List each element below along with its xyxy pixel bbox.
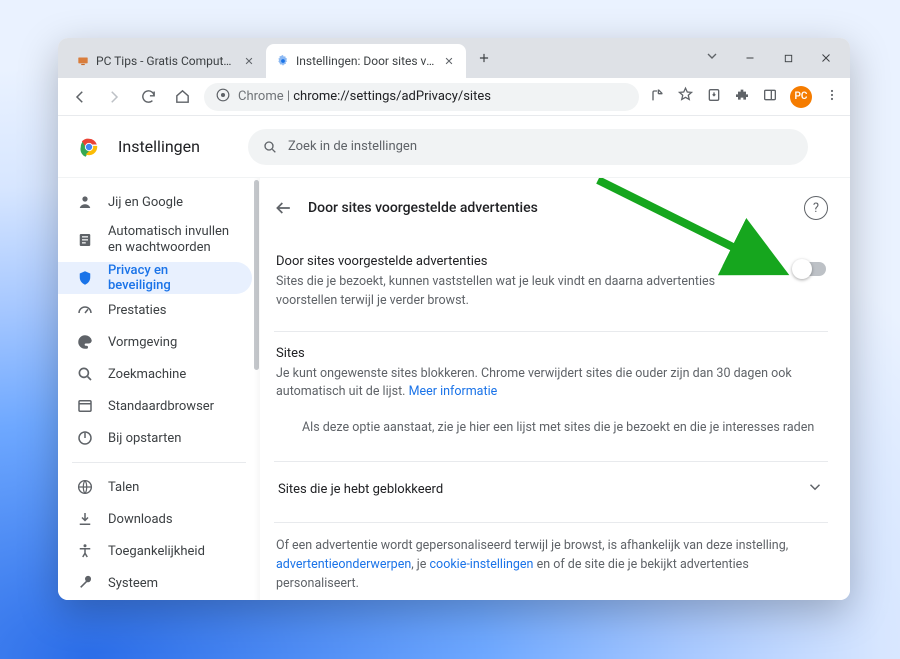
close-window-button[interactable] [808, 43, 844, 73]
pctips-favicon-icon [76, 54, 90, 68]
sidebar-item-label: Jij en Google [108, 195, 183, 210]
sidebar-item-label: Automatisch invullen en wachtwoorden [108, 224, 234, 257]
chevron-down-icon [806, 478, 824, 500]
sidebar-item-autofill[interactable]: Automatisch invullen en wachtwoorden [58, 218, 252, 262]
sidebar-item-label: Bij opstarten [108, 431, 181, 446]
sidebar-item-you-and-google[interactable]: Jij en Google [58, 186, 252, 218]
settings-header: Instellingen Zoek in de instellingen [58, 116, 850, 178]
sidebar-item-reset[interactable]: Instellingen resetten [58, 599, 252, 600]
site-suggested-ads-toggle[interactable] [794, 262, 826, 276]
gear-icon [276, 54, 290, 68]
sidebar-item-appearance[interactable]: Vormgeving [58, 326, 252, 358]
tab-pctips[interactable]: PC Tips - Gratis Computer Tips, [66, 44, 266, 78]
person-icon [76, 193, 94, 211]
sidebar-item-label: Systeem [108, 576, 158, 591]
settings-sidebar[interactable]: Jij en Google Automatisch invullen en wa… [58, 178, 260, 600]
sidebar-item-label: Privacy en beveiliging [108, 263, 234, 293]
chrome-window: PC Tips - Gratis Computer Tips, Instelli… [58, 38, 850, 600]
search-placeholder: Zoek in de instellingen [288, 139, 417, 154]
install-icon[interactable] [706, 87, 722, 107]
forward-button[interactable] [102, 85, 126, 109]
home-button[interactable] [170, 85, 194, 109]
shield-icon [76, 269, 94, 287]
cookie-settings-link[interactable]: cookie-instellingen [430, 557, 534, 572]
url-text: Chrome | chrome://settings/adPrivacy/sit… [238, 89, 491, 104]
back-button[interactable] [68, 85, 92, 109]
sidebar-item-performance[interactable]: Prestaties [58, 294, 252, 326]
speedometer-icon [76, 301, 94, 319]
sidebar-divider [72, 462, 246, 463]
help-button[interactable]: ? [804, 196, 828, 220]
sidebar-item-label: Vormgeving [108, 335, 177, 350]
sidebar-item-label: Prestaties [108, 303, 166, 318]
page-title: Door sites voorgestelde advertenties [308, 200, 790, 216]
palette-icon [76, 333, 94, 351]
empty-list-note: Als deze optie aanstaat, zie je hier een… [276, 402, 826, 441]
bookmark-icon[interactable] [677, 86, 694, 107]
sidebar-item-label: Standaardbrowser [108, 399, 214, 414]
download-icon [76, 510, 94, 528]
ad-topics-link[interactable]: advertentieonderwerpen [276, 557, 411, 572]
sidebar-item-default-browser[interactable]: Standaardbrowser [58, 390, 252, 422]
wrench-icon [76, 574, 94, 592]
sidebar-item-accessibility[interactable]: Toegankelijkheid [58, 535, 252, 567]
avatar[interactable]: PC [790, 86, 812, 108]
tab-settings[interactable]: Instellingen: Door sites voorgest [266, 44, 466, 78]
sidebar-item-downloads[interactable]: Downloads [58, 503, 252, 535]
settings-title: Instellingen [118, 137, 200, 156]
maximize-button[interactable] [770, 43, 806, 73]
sidebar-item-label: Downloads [108, 512, 173, 527]
section-heading: Sites [276, 346, 826, 361]
toggle-knob [792, 259, 812, 279]
minimize-button[interactable] [732, 43, 768, 73]
chrome-logo-icon [78, 136, 100, 158]
tab-title: Instellingen: Door sites voorgest [296, 54, 436, 68]
scrollbar-thumb[interactable] [254, 180, 259, 370]
reload-button[interactable] [136, 85, 160, 109]
sidepanel-icon[interactable] [762, 87, 778, 107]
section-description: Sites die je bezoekt, kunnen vaststellen… [276, 273, 778, 311]
more-info-link[interactable]: Meer informatie [409, 384, 498, 399]
search-icon [76, 365, 94, 383]
globe-icon [76, 478, 94, 496]
extensions-icon[interactable] [734, 87, 750, 107]
tab-strip: PC Tips - Gratis Computer Tips, Instelli… [58, 38, 850, 78]
form-icon [76, 231, 94, 249]
power-icon [76, 429, 94, 447]
menu-icon[interactable] [824, 87, 840, 107]
sidebar-item-label: Talen [108, 480, 139, 495]
disclosure-label: Sites die je hebt geblokkeerd [278, 482, 443, 497]
settings-content: Instellingen Zoek in de instellingen Jij… [58, 116, 850, 600]
footer-text: Of een advertentie wordt gepersonaliseer… [276, 537, 826, 593]
sidebar-item-languages[interactable]: Talen [58, 471, 252, 503]
sidebar-item-label: Zoekmachine [108, 367, 186, 382]
close-icon[interactable] [442, 54, 456, 68]
browser-toolbar: Chrome | chrome://settings/adPrivacy/sit… [58, 78, 850, 116]
sidebar-item-search-engine[interactable]: Zoekmachine [58, 358, 252, 390]
address-bar[interactable]: Chrome | chrome://settings/adPrivacy/sit… [204, 83, 639, 111]
sidebar-item-privacy[interactable]: Privacy en beveiliging [58, 262, 252, 294]
settings-main: Door sites voorgestelde advertenties ? D… [260, 178, 850, 600]
sidebar-item-on-startup[interactable]: Bij opstarten [58, 422, 252, 454]
section-heading: Door sites voorgestelde advertenties [276, 254, 778, 269]
chrome-logo-icon [216, 88, 230, 106]
accessibility-icon [76, 542, 94, 560]
share-icon[interactable] [649, 87, 665, 107]
back-arrow-button[interactable] [274, 198, 294, 218]
browser-icon [76, 397, 94, 415]
new-tab-button[interactable] [470, 44, 498, 72]
sidebar-item-system[interactable]: Systeem [58, 567, 252, 599]
blocked-sites-disclosure[interactable]: Sites die je hebt geblokkeerd [274, 462, 828, 516]
tab-title: PC Tips - Gratis Computer Tips, [96, 54, 236, 68]
close-icon[interactable] [242, 54, 256, 68]
sidebar-item-label: Toegankelijkheid [108, 544, 205, 559]
search-input[interactable]: Zoek in de instellingen [248, 129, 808, 165]
chevron-down-icon[interactable] [704, 48, 720, 68]
search-icon [262, 139, 278, 155]
section-description: Je kunt ongewenste sites blokkeren. Chro… [276, 365, 826, 403]
